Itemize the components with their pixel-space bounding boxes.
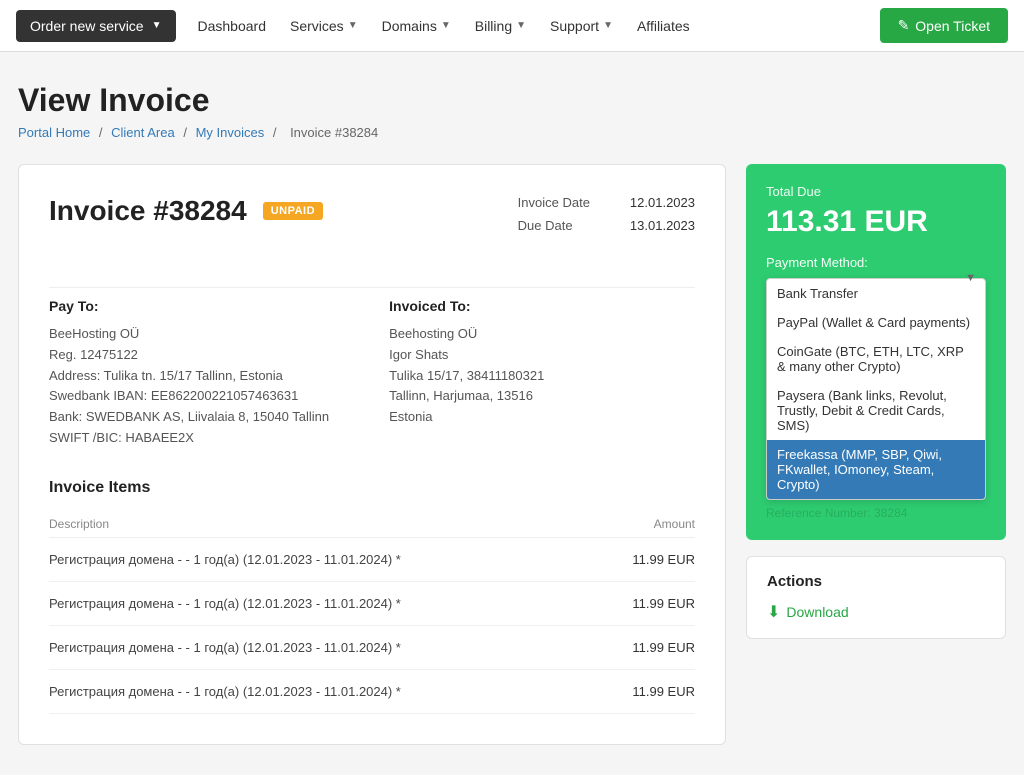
item-amount: 11.99 EUR [597,581,695,625]
total-amount: 113.31 EUR [766,205,986,239]
payment-method-label: Payment Method: [766,255,986,270]
invoiced-to-country: Estonia [389,407,544,428]
items-table: Description Amount Регистрация домена - … [49,511,695,714]
billing-caret-icon: ▼ [516,20,526,31]
invoice-items-section: Invoice Items Description Amount Регистр… [49,479,695,714]
breadcrumb-current: Invoice #38284 [290,125,378,140]
page-title: View Invoice [18,82,1006,119]
pay-to-swift: SWIFT /BIC: HABAEE2X [49,428,329,449]
domains-caret-icon: ▼ [441,20,451,31]
navbar: Order new service ▼ Dashboard Services ▼… [0,0,1024,52]
download-icon: ⬇ [767,602,780,622]
item-description: Регистрация домена - - 1 год(а) (12.01.2… [49,537,597,581]
col-amount: Amount [597,511,695,538]
total-card: Total Due 113.31 EUR Payment Method: Ban… [746,164,1006,540]
table-row: Регистрация домена - - 1 год(а) (12.01.2… [49,669,695,713]
due-date-value: 13.01.2023 [630,218,695,233]
invoiced-to-address: Tulika 15/17, 38411180321 [389,366,544,387]
item-description: Регистрация домена - - 1 год(а) (12.01.2… [49,625,597,669]
item-amount: 11.99 EUR [597,625,695,669]
nav-billing[interactable]: Billing ▼ [463,0,538,51]
invoice-dates: Invoice Date 12.01.2023 Due Date 13.01.2… [518,195,695,233]
invoice-items-label: Invoice Items [49,479,695,497]
support-caret-icon: ▼ [603,20,613,31]
invoiced-to-city: Tallinn, Harjumaa, 13516 [389,386,544,407]
actions-label: Actions [767,573,985,590]
item-amount: 11.99 EUR [597,669,695,713]
dropdown-item[interactable]: Bank Transfer [767,279,985,308]
breadcrumb-client-area[interactable]: Client Area [111,125,175,140]
invoice-number: Invoice #38284 [49,195,247,227]
invoiced-to-block: Invoiced To: Beehosting OÜ Igor Shats Tu… [389,298,544,449]
order-service-label: Order new service [30,18,144,34]
dropdown-item[interactable]: CoinGate (BTC, ETH, LTC, XRP & many othe… [767,337,985,381]
nav-domains[interactable]: Domains ▼ [370,0,463,51]
pay-to-bank: Bank: SWEDBANK AS, Liivalaia 8, 15040 Ta… [49,407,329,428]
invoiced-to-company: Beehosting OÜ [389,324,544,345]
due-date-label: Due Date [518,218,573,233]
reference-number: Reference Number: 38284 [766,506,986,520]
main-content: View Invoice Portal Home / Client Area /… [2,52,1022,775]
download-label: Download [786,604,848,620]
nav-dashboard[interactable]: Dashboard [186,0,279,51]
pay-to-company: BeeHosting OÜ [49,324,329,345]
pay-to-label: Pay To: [49,298,329,314]
services-caret-icon: ▼ [348,20,358,31]
order-new-service-button[interactable]: Order new service ▼ [16,10,176,42]
actions-card: Actions ⬇ Download [746,556,1006,639]
invoiced-to-name: Igor Shats [389,345,544,366]
item-description: Регистрация домена - - 1 год(а) (12.01.2… [49,669,597,713]
open-ticket-button[interactable]: ✎ Open Ticket [880,8,1008,43]
dropdown-item[interactable]: Freekassa (MMP, SBP, Qiwi, FKwallet, IOm… [767,440,985,499]
pay-to-address: Address: Tulika tn. 15/17 Tallinn, Eston… [49,366,329,387]
invoice-date-value: 12.01.2023 [630,195,695,210]
breadcrumb-my-invoices[interactable]: My Invoices [196,125,265,140]
table-row: Регистрация домена - - 1 год(а) (12.01.2… [49,581,695,625]
total-due-label: Total Due [766,184,986,199]
dropdown-item[interactable]: Paysera (Bank links, Revolut, Trustly, D… [767,381,985,440]
item-amount: 11.99 EUR [597,537,695,581]
pay-to-reg: Reg. 12475122 [49,345,329,366]
order-service-caret-icon: ▼ [152,20,162,31]
table-row: Регистрация домена - - 1 год(а) (12.01.2… [49,537,695,581]
status-badge: UNPAID [263,202,323,220]
invoiced-to-label: Invoiced To: [389,298,544,314]
pay-to-block: Pay To: BeeHosting OÜ Reg. 12475122 Addr… [49,298,329,449]
pay-to-iban: Swedbank IBAN: EE862200221057463631 [49,386,329,407]
payment-dropdown: Bank TransferPayPal (Wallet & Card payme… [766,278,986,500]
ticket-icon: ✎ [898,17,910,34]
invoice-card: Invoice #38284 UNPAID Invoice Date 12.01… [18,164,726,745]
breadcrumb: Portal Home / Client Area / My Invoices … [18,125,1006,140]
dropdown-item[interactable]: PayPal (Wallet & Card payments) [767,308,985,337]
nav-affiliates[interactable]: Affiliates [625,0,702,51]
nav-services[interactable]: Services ▼ [278,0,370,51]
invoice-sidebar: Total Due 113.31 EUR Payment Method: Ban… [746,164,1006,745]
invoice-addresses: Pay To: BeeHosting OÜ Reg. 12475122 Addr… [49,287,695,449]
nav-support[interactable]: Support ▼ [538,0,625,51]
col-description: Description [49,511,597,538]
table-row: Регистрация домена - - 1 год(а) (12.01.2… [49,625,695,669]
invoice-header: Invoice #38284 UNPAID [49,195,323,227]
download-link[interactable]: ⬇ Download [767,602,985,622]
invoice-date-label: Invoice Date [518,195,590,210]
item-description: Регистрация домена - - 1 год(а) (12.01.2… [49,581,597,625]
breadcrumb-portal-home[interactable]: Portal Home [18,125,90,140]
